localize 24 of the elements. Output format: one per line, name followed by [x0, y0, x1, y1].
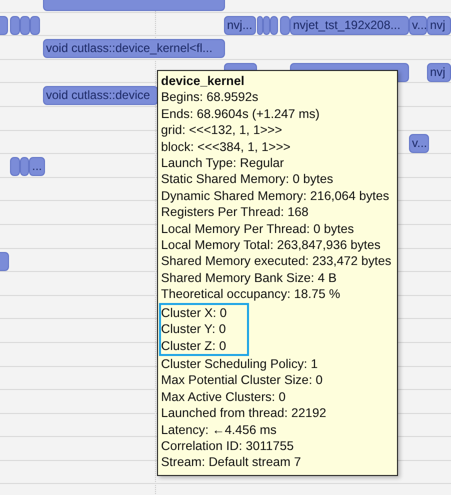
tooltip-line: Cluster X: 0: [161, 304, 228, 322]
tooltip-line: Dynamic Shared Memory: 216,064 bytes: [161, 188, 390, 204]
tooltip-line: Latency: ←4.456 ms: [161, 422, 278, 438]
tooltip-line: Launch Type: Regular: [161, 155, 285, 172]
tooltip-line: Static Shared Memory: 0 bytes: [161, 171, 334, 188]
tooltip-line: Local Memory Total: 263,847,936 bytes: [161, 237, 382, 254]
tooltip-line: Stream: Default stream 7: [161, 454, 302, 471]
tooltip-line: Local Memory Per Thread: 0 bytes: [161, 220, 355, 238]
tooltip-line: Correlation ID: 3011755: [161, 438, 295, 454]
tooltip-line: Max Active Clusters: 0: [161, 388, 287, 406]
tooltip-line: Cluster Z: 0: [161, 338, 228, 354]
tooltip-title: device_kernel: [161, 73, 246, 90]
tooltip-line: Registers Per Thread: 168: [161, 204, 310, 221]
tooltip-line: Launched from thread: 22192: [161, 405, 328, 422]
tooltip-line: Ends: 68.9604s (+1.247 ms): [161, 106, 321, 122]
tooltip-line: grid: <<<132, 1, 1>>>: [161, 122, 284, 139]
tooltip-line: Theoretical occupancy: 18.75 %: [161, 286, 342, 303]
tooltip-line: Max Potential Cluster Size: 0: [161, 372, 324, 389]
tooltip-line: Cluster Scheduling Policy: 1: [161, 356, 319, 372]
tooltip-line: block: <<<384, 1, 1>>>: [161, 138, 292, 156]
tooltip-line: Shared Memory Bank Size: 4 B: [161, 270, 338, 286]
tooltip-line: Cluster Y: 0: [161, 321, 227, 338]
tooltip-line: Begins: 68.9592s: [161, 89, 260, 106]
tooltip-line: Shared Memory executed: 233,472 bytes: [161, 253, 392, 270]
